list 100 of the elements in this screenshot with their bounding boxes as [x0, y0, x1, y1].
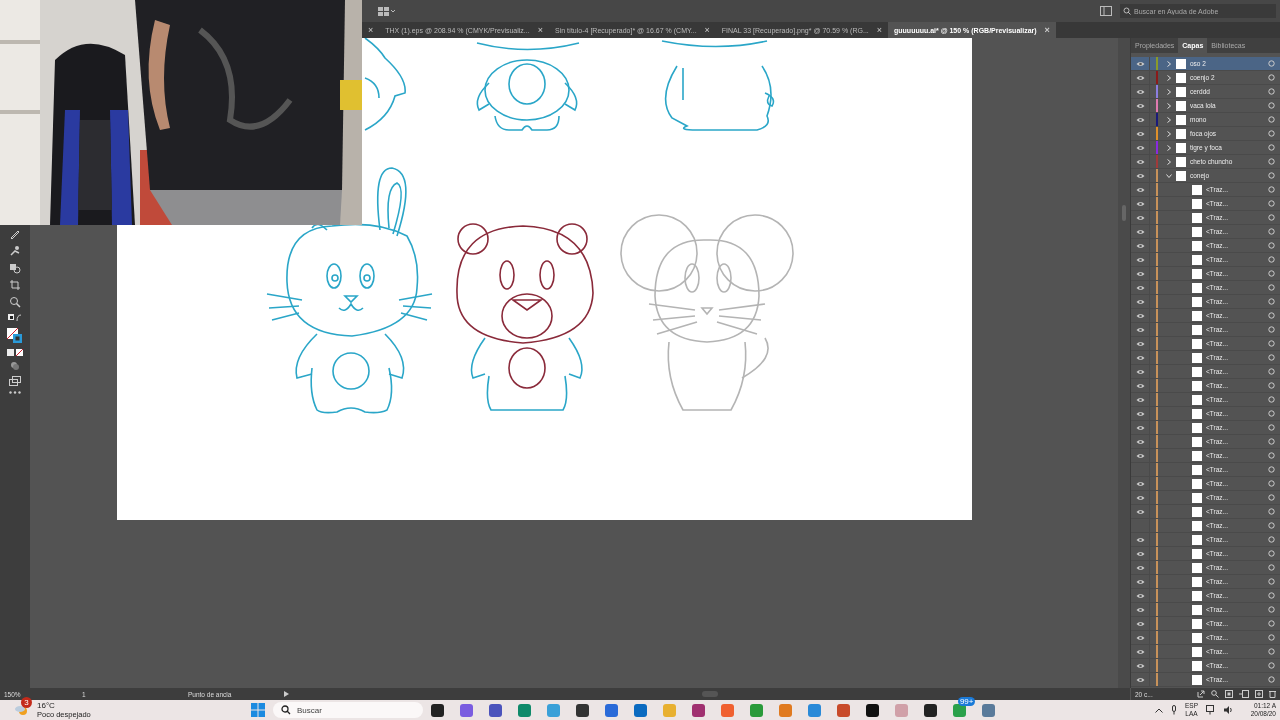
- eye-icon[interactable]: [1135, 116, 1145, 123]
- eye-icon[interactable]: [1135, 74, 1145, 81]
- weather-icon[interactable]: [14, 704, 28, 716]
- play-icon[interactable]: [284, 691, 289, 697]
- eye-icon[interactable]: [1135, 354, 1145, 361]
- expand-chevron-icon[interactable]: [1166, 60, 1172, 67]
- expand-chevron-icon[interactable]: [1166, 116, 1172, 123]
- app-icon[interactable]: [865, 703, 879, 717]
- clip-mask-icon[interactable]: [1225, 690, 1233, 698]
- speaker-icon[interactable]: [1224, 705, 1234, 715]
- eye-icon[interactable]: [1135, 508, 1145, 515]
- layer-thumbnail: [1192, 646, 1202, 657]
- app-icon[interactable]: [923, 703, 937, 717]
- eye-icon[interactable]: [1135, 676, 1145, 683]
- layer-thumbnail: [1192, 436, 1202, 447]
- expand-chevron-icon[interactable]: [1166, 172, 1172, 179]
- eye-icon[interactable]: [1135, 368, 1145, 375]
- eye-icon[interactable]: [1135, 382, 1145, 389]
- eye-icon[interactable]: [1135, 200, 1145, 207]
- eye-icon[interactable]: [1135, 326, 1145, 333]
- layer-thumbnail: [1192, 324, 1202, 335]
- expand-chevron-icon[interactable]: [1166, 88, 1172, 95]
- eye-icon[interactable]: [1135, 88, 1145, 95]
- new-sublayer-icon[interactable]: [1239, 690, 1249, 698]
- scrollbar-thumb[interactable]: [701, 691, 718, 697]
- eye-icon[interactable]: [1135, 172, 1145, 179]
- workspace-icon[interactable]: [378, 6, 396, 16]
- search-field[interactable]: Buscar: [272, 702, 423, 718]
- windows-logo-icon[interactable]: [250, 703, 265, 717]
- eye-icon[interactable]: [1135, 228, 1145, 235]
- swap-colors-icon[interactable]: [8, 313, 22, 323]
- eye-icon[interactable]: [1135, 130, 1145, 137]
- eye-icon[interactable]: [1135, 410, 1145, 417]
- crop-icon[interactable]: [9, 279, 21, 291]
- eye-icon[interactable]: [1135, 606, 1145, 613]
- eye-icon[interactable]: [1135, 186, 1145, 193]
- eye-icon[interactable]: [1135, 144, 1145, 151]
- eye-icon[interactable]: [1135, 550, 1145, 557]
- app-icon[interactable]: [575, 703, 589, 717]
- eye-icon[interactable]: [1135, 340, 1145, 347]
- expand-chevron-icon[interactable]: [1166, 102, 1172, 109]
- eye-icon[interactable]: [1135, 564, 1145, 571]
- eye-icon[interactable]: [1135, 494, 1145, 501]
- layer-thumbnail: [1192, 632, 1202, 643]
- eye-icon[interactable]: [1135, 256, 1145, 263]
- close-button[interactable]: ×: [1044, 25, 1050, 35]
- expand-chevron-icon[interactable]: [1166, 74, 1172, 81]
- export-icon[interactable]: [1197, 690, 1205, 698]
- eye-icon[interactable]: [1135, 480, 1145, 487]
- layer-thumbnail: [1176, 142, 1186, 153]
- search-icon[interactable]: [1211, 690, 1219, 698]
- draw-mode-icon[interactable]: [10, 361, 20, 371]
- eye-icon[interactable]: [1135, 424, 1145, 431]
- eye-icon[interactable]: [1135, 536, 1145, 543]
- eyedropper-icon[interactable]: [9, 228, 21, 240]
- notification-badge: 99+: [957, 696, 976, 706]
- fill-stroke-icon[interactable]: [7, 328, 23, 344]
- eye-icon[interactable]: [1135, 592, 1145, 599]
- puppet-icon[interactable]: [9, 245, 21, 257]
- eye-icon[interactable]: [1135, 284, 1145, 291]
- chevron-up-icon[interactable]: [1155, 707, 1163, 713]
- expand-chevron-icon[interactable]: [1166, 130, 1172, 137]
- close-button[interactable]: ×: [704, 25, 710, 35]
- eye-icon[interactable]: [1135, 578, 1145, 585]
- network-icon[interactable]: [1206, 705, 1216, 715]
- eye-icon[interactable]: [1135, 438, 1145, 445]
- layer-thumbnail: [1192, 464, 1202, 475]
- eye-icon[interactable]: [1135, 396, 1145, 403]
- new-layer-icon[interactable]: [1255, 690, 1263, 698]
- close-button[interactable]: ×: [537, 25, 543, 35]
- screen-mode-icon[interactable]: [9, 376, 21, 386]
- eye-icon[interactable]: [1135, 242, 1145, 249]
- eye-icon[interactable]: [1135, 312, 1145, 319]
- trash-icon[interactable]: [1269, 690, 1276, 698]
- eye-icon[interactable]: [1135, 662, 1145, 669]
- color-mode-icon[interactable]: [7, 349, 23, 356]
- eye-icon[interactable]: [1135, 620, 1145, 627]
- close-button[interactable]: ×: [876, 25, 883, 35]
- eye-icon[interactable]: [1135, 298, 1145, 305]
- eye-icon[interactable]: [1135, 60, 1145, 67]
- layer-thumbnail: [1192, 548, 1202, 559]
- eye-icon[interactable]: [1135, 648, 1145, 655]
- eye-icon[interactable]: [1135, 270, 1145, 277]
- expand-chevron-icon[interactable]: [1166, 144, 1172, 151]
- panel-icon[interactable]: [1100, 6, 1112, 16]
- more-icon[interactable]: [9, 391, 21, 394]
- app-icon[interactable]: [430, 703, 444, 717]
- layer-thumbnail: [1192, 408, 1202, 419]
- layer-thumbnail: [1192, 394, 1202, 405]
- eye-icon[interactable]: [1135, 634, 1145, 641]
- close-button[interactable]: ×: [368, 25, 374, 35]
- eye-icon[interactable]: [1135, 158, 1145, 165]
- eye-icon[interactable]: [1135, 102, 1145, 109]
- expand-chevron-icon[interactable]: [1166, 158, 1172, 165]
- shapes-icon[interactable]: [9, 262, 21, 274]
- microphone-icon[interactable]: [1171, 705, 1177, 715]
- eye-icon[interactable]: [1135, 452, 1145, 459]
- document-tab[interactable]: ×: [362, 22, 380, 38]
- eye-icon[interactable]: [1135, 214, 1145, 221]
- zoom-icon[interactable]: [9, 296, 21, 308]
